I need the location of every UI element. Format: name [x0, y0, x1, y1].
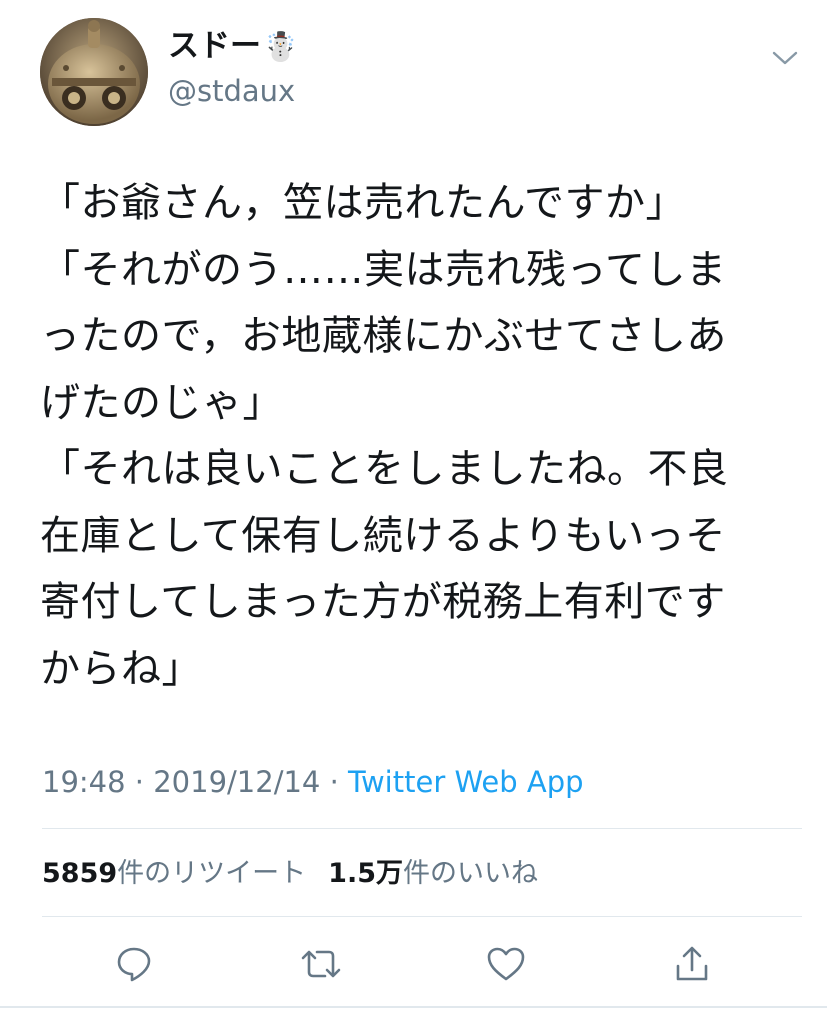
tweet-line: からね」: [40, 645, 202, 692]
reply-icon: [117, 947, 151, 982]
user-handle[interactable]: @stdaux: [168, 71, 298, 111]
tweet-line: 在庫として保有し続けるよりもいっそ: [40, 512, 726, 559]
retweet-button[interactable]: [293, 936, 349, 992]
robot-head-avatar-icon: [40, 18, 148, 126]
retweet-label: 件のリツイート: [117, 858, 307, 889]
like-button[interactable]: [478, 936, 534, 992]
avatar[interactable]: [40, 18, 148, 126]
divider: [42, 916, 802, 917]
tweet-line: 「それがのう……実は売れ残ってしま: [40, 246, 727, 293]
tweet-time[interactable]: 19:48: [42, 765, 126, 799]
snowman-emoji-icon: ☃️: [263, 30, 298, 63]
tweet-text: 「お爺さん，笠は売れたんですか」 「それがのう……実は売れ残ってしま ったので，…: [40, 170, 790, 702]
tweet-stats: 5859件のリツイート 1.5万件のいいね: [42, 854, 538, 894]
user-names: スドー☃️ @stdaux: [168, 26, 298, 111]
chevron-down-icon[interactable]: [770, 48, 800, 68]
share-button[interactable]: [664, 936, 720, 992]
tweet-meta: 19:48 · 2019/12/14 · Twitter Web App: [42, 762, 584, 802]
tweet-line: 「お爺さん，笠は売れたんですか」: [40, 180, 686, 226]
tweet-source-link[interactable]: Twitter Web App: [348, 765, 584, 799]
share-icon: [676, 946, 708, 981]
like-stat[interactable]: 1.5万件のいいね: [328, 858, 538, 889]
like-count: 1.5万: [328, 858, 403, 889]
tweet-line: 寄付してしまった方が税務上有利です: [40, 579, 726, 625]
reply-button[interactable]: [106, 936, 162, 992]
bottom-divider: [0, 1006, 827, 1008]
heart-icon: [487, 947, 525, 981]
display-name[interactable]: スドー☃️: [168, 26, 298, 67]
meta-separator: ·: [125, 765, 154, 799]
like-label: 件のいいね: [403, 858, 538, 889]
display-name-text: スドー: [168, 28, 261, 64]
retweet-count: 5859: [42, 858, 118, 889]
retweet-stat[interactable]: 5859件のリツイート: [42, 858, 306, 889]
tweet-line: げたのじゃ」: [40, 379, 283, 426]
divider: [42, 828, 802, 829]
retweet-icon: [301, 950, 341, 978]
tweet-line: 「それは良いことをしましたね。不良: [40, 446, 729, 492]
tweet-date[interactable]: 2019/12/14: [153, 765, 320, 799]
tweet-header: スドー☃️ @stdaux: [40, 18, 800, 128]
tweet-actions: [0, 936, 827, 992]
meta-separator: ·: [320, 765, 349, 799]
tweet-line: ったので，お地蔵様にかぶせてさしあ: [40, 313, 727, 359]
